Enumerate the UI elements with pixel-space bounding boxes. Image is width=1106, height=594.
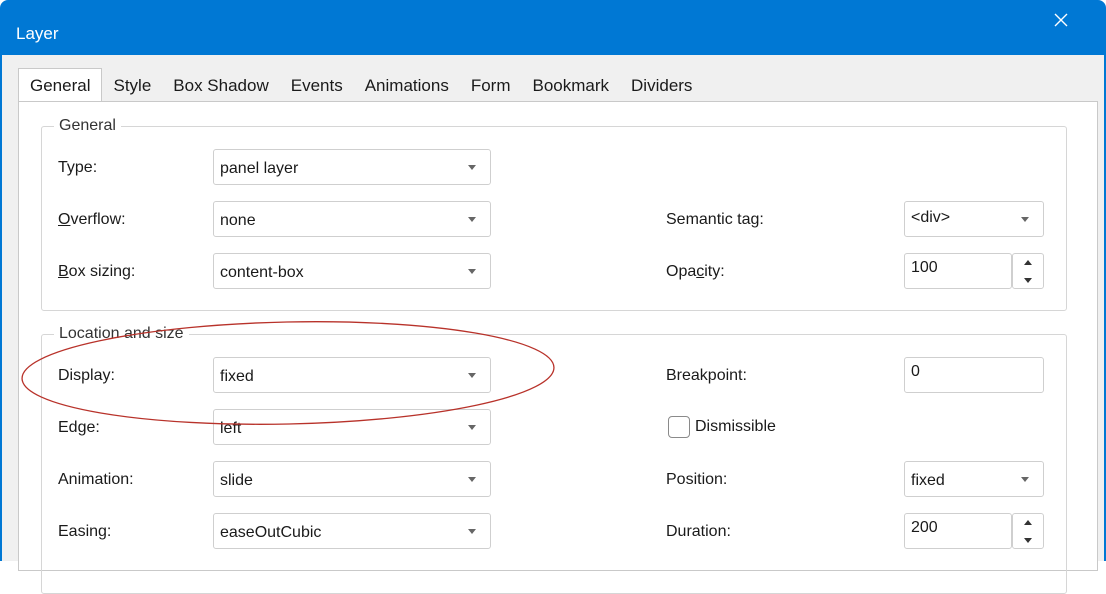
tab-animations[interactable]: Animations — [354, 72, 460, 100]
position-dropdown[interactable]: fixed — [904, 461, 1044, 497]
close-button[interactable] — [1038, 0, 1084, 40]
easing-label: Easing: — [58, 523, 112, 540]
position-label: Position: — [666, 471, 728, 488]
tab-general[interactable]: General — [18, 68, 103, 101]
type-dropdown[interactable]: panel layer — [213, 149, 491, 185]
animation-dropdown[interactable]: slide — [213, 461, 491, 497]
chevron-down-icon — [468, 269, 476, 274]
semantic-tag-dropdown[interactable]: <div> — [904, 201, 1044, 237]
box-sizing-dropdown[interactable]: content-box — [213, 253, 491, 289]
animation-value: slide — [220, 472, 253, 489]
opacity-value: 100 — [911, 259, 938, 276]
opacity-label: Opacity: — [666, 262, 725, 282]
overflow-label-rest: verflow: — [70, 211, 126, 228]
spin-down-icon — [1024, 537, 1032, 543]
box-sizing-label: Box sizing: — [58, 262, 135, 282]
overflow-label: Overflow: — [58, 210, 126, 230]
chevron-down-icon — [1021, 217, 1029, 222]
tab-bookmark[interactable]: Bookmark — [522, 72, 621, 100]
opacity-label-pre: Opa — [666, 263, 697, 280]
chevron-down-icon — [468, 425, 476, 430]
semantic-tag-label: Semantic tag: — [666, 211, 764, 228]
tab-style[interactable]: Style — [102, 72, 162, 100]
opacity-label-post: ity: — [704, 263, 725, 280]
tab-panel-general: General Type: panel layer Overflow: none… — [18, 101, 1098, 594]
edge-value: left — [220, 420, 242, 437]
semantic-tag-value: <div> — [911, 209, 951, 226]
breakpoint-value: 0 — [911, 363, 920, 380]
duration-spin-down[interactable] — [1013, 531, 1043, 548]
tab-dividers[interactable]: Dividers — [620, 72, 703, 100]
type-label: Type: — [58, 159, 98, 176]
display-value: fixed — [220, 368, 254, 385]
duration-label: Duration: — [666, 523, 731, 540]
general-group-legend: General — [54, 116, 121, 136]
overflow-mnemonic: O — [58, 211, 71, 228]
box-sizing-label-rest: ox sizing: — [68, 263, 136, 280]
chevron-down-icon — [468, 529, 476, 534]
display-dropdown[interactable]: fixed — [213, 357, 491, 393]
chevron-down-icon — [468, 217, 476, 222]
chevron-down-icon — [468, 477, 476, 482]
close-icon — [1054, 13, 1068, 27]
spin-up-icon — [1024, 519, 1032, 525]
location-group-legend: Location and size — [54, 324, 189, 344]
chevron-down-icon — [1021, 477, 1029, 482]
opacity-spin-up[interactable] — [1013, 254, 1043, 271]
tab-box-shadow[interactable]: Box Shadow — [162, 72, 279, 100]
window-title: Layer — [16, 24, 59, 43]
box-sizing-value: content-box — [220, 264, 304, 281]
easing-dropdown[interactable]: easeOutCubic — [213, 513, 491, 549]
duration-value: 200 — [911, 519, 938, 536]
position-value: fixed — [911, 472, 945, 489]
box-sizing-mnemonic: B — [58, 263, 69, 280]
spin-up-icon — [1024, 259, 1032, 265]
opacity-spinner — [1012, 253, 1044, 289]
duration-spin-up[interactable] — [1013, 514, 1043, 531]
dismissible-label[interactable]: Dismissible — [695, 417, 776, 437]
chevron-down-icon — [468, 373, 476, 378]
display-label: Display: — [58, 367, 115, 384]
overflow-dropdown[interactable]: none — [213, 201, 491, 237]
breakpoint-label: Breakpoint: — [666, 367, 747, 384]
edge-label: Edge: — [58, 419, 100, 436]
easing-value: easeOutCubic — [220, 524, 322, 541]
dismissible-checkbox[interactable] — [668, 416, 690, 438]
opacity-input[interactable]: 100 — [904, 253, 1012, 289]
tab-form[interactable]: Form — [460, 72, 522, 100]
edge-dropdown[interactable]: left — [213, 409, 491, 445]
animation-label: Animation: — [58, 471, 134, 488]
duration-spinner — [1012, 513, 1044, 549]
tab-events[interactable]: Events — [280, 72, 354, 100]
breakpoint-input[interactable]: 0 — [904, 357, 1044, 393]
opacity-spin-down[interactable] — [1013, 271, 1043, 288]
title-bar[interactable]: Layer — [0, 0, 1106, 55]
type-value: panel layer — [220, 160, 299, 177]
chevron-down-icon — [468, 165, 476, 170]
overflow-value: none — [220, 212, 256, 229]
spin-down-icon — [1024, 277, 1032, 283]
duration-input[interactable]: 200 — [904, 513, 1012, 549]
tab-bar: General Style Box Shadow Events Animatio… — [18, 68, 703, 101]
